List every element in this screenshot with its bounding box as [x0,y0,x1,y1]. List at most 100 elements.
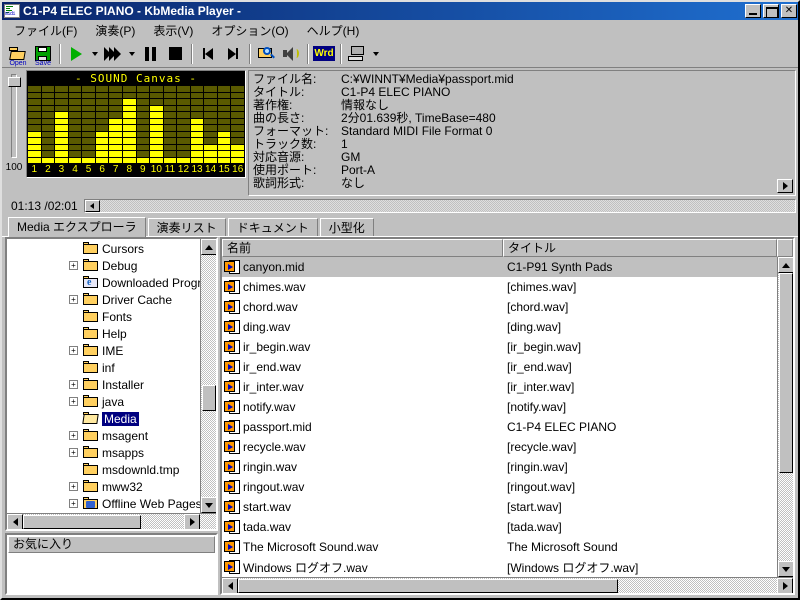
tree-expand-icon[interactable]: + [69,261,78,270]
visualizer-cell [82,86,95,92]
tree-item-cursors[interactable]: Cursors [7,240,216,257]
list-horizontal-scrollbar[interactable] [222,577,793,593]
column-header-title[interactable]: タイトル [503,239,777,257]
close-button[interactable]: ✕ [781,4,797,18]
tree-item-ime[interactable]: + IME [7,342,216,359]
volume-button[interactable] [279,42,303,66]
title-bar[interactable]: midi C1-P4 ELEC PIANO - KbMedia Player -… [2,2,798,20]
table-row[interactable]: ringin.wav [ringin.wav] [222,457,793,477]
tree-item-msdownld-tmp[interactable]: msdownld.tmp [7,461,216,478]
table-row[interactable]: ir_inter.wav [ir_inter.wav] [222,377,793,397]
info-scroll-button[interactable] [777,179,793,193]
seek-slider[interactable] [83,199,796,213]
tree-item-downloaded-progra[interactable]: Downloaded Progra [7,274,216,291]
list-scroll-left-button[interactable] [222,577,238,593]
list-scroll-down-button[interactable] [778,561,793,577]
stop-button[interactable] [163,42,187,66]
table-row[interactable]: notify.wav [notify.wav] [222,397,793,417]
tree-expand-icon[interactable]: + [69,295,78,304]
find-file-button[interactable] [254,42,278,66]
table-row[interactable]: Windows ログオフ.wav [Windows ログオフ.wav] [222,557,793,577]
open-button[interactable]: Open [6,42,30,67]
file-name-cell: canyon.mid [222,259,503,275]
menu-file[interactable]: ファイル(F) [6,20,85,41]
favorites-list[interactable] [7,554,216,593]
table-row[interactable]: start.wav [start.wav] [222,497,793,517]
tree-scroll-thumb[interactable] [201,385,216,411]
table-row[interactable]: The Microsoft Sound.wav The Microsoft Sou… [222,537,793,557]
volume-slider-thumb[interactable] [8,77,21,87]
tree-item-msagent[interactable]: + msagent [7,427,216,444]
tree-item-label: Media [102,411,139,426]
tree-expand-icon[interactable]: + [69,499,78,508]
tree-item-java[interactable]: + java [7,393,216,410]
list-scroll-thumb[interactable] [778,273,793,473]
tree-vertical-scrollbar[interactable] [200,239,216,513]
table-row[interactable]: recycle.wav [recycle.wav] [222,437,793,457]
media-file-icon [224,499,240,515]
list-scroll-right-button[interactable] [777,577,793,593]
kbmedia-player-window: midi C1-P4 ELEC PIANO - KbMedia Player -… [0,0,800,600]
device-button[interactable] [345,42,369,66]
previous-button[interactable] [196,42,220,66]
tree-hscroll-thumb[interactable] [23,514,141,529]
tree-item-driver-cache[interactable]: + Driver Cache [7,291,216,308]
device-dropdown[interactable] [370,42,381,66]
tree-item-installer[interactable]: + Installer [7,376,216,393]
tree-item-mww32[interactable]: + mww32 [7,478,216,495]
media-file-icon [224,339,240,355]
menu-view[interactable]: 表示(V) [145,20,201,41]
table-row[interactable]: passport.mid C1-P4 ELEC PIANO [222,417,793,437]
tree-expand-icon[interactable]: + [69,397,78,406]
tree-horizontal-scrollbar[interactable] [7,513,216,529]
list-scroll-up-button[interactable] [778,257,793,273]
table-row[interactable]: chord.wav [chord.wav] [222,297,793,317]
fast-forward-dropdown[interactable] [126,42,137,66]
table-row[interactable]: tada.wav [tada.wav] [222,517,793,537]
tree-expand-icon[interactable]: + [69,346,78,355]
menu-options[interactable]: オプション(O) [203,20,296,41]
tree-item-help[interactable]: Help [7,325,216,342]
tab-compact[interactable]: 小型化 [319,218,374,236]
minimize-button[interactable] [745,4,761,18]
tree-item-fonts[interactable]: Fonts [7,308,216,325]
tree-expand-icon[interactable]: + [69,380,78,389]
table-row[interactable]: ding.wav [ding.wav] [222,317,793,337]
wrd-button[interactable]: Wrd [312,42,336,66]
visualizer-cell [95,125,109,131]
tree-scroll-right-button[interactable] [184,513,200,529]
table-row[interactable]: ir_begin.wav [ir_begin.wav] [222,337,793,357]
tree-scroll-down-button[interactable] [201,497,216,513]
tree-item-media[interactable]: Media [7,410,216,427]
tree-scroll-left-button[interactable] [7,513,23,529]
next-button[interactable] [221,42,245,66]
table-row[interactable]: ir_end.wav [ir_end.wav] [222,357,793,377]
tab-media-explorer[interactable]: Media エクスプローラ [8,217,146,237]
tab-document[interactable]: ドキュメント [227,218,318,236]
menu-play[interactable]: 演奏(P) [87,20,143,41]
volume-slider[interactable] [8,74,21,158]
tree-item-debug[interactable]: + Debug [7,257,216,274]
tree-item-msapps[interactable]: + msapps [7,444,216,461]
tree-scroll-up-button[interactable] [201,239,216,255]
tree-expand-icon[interactable]: + [69,482,78,491]
play-dropdown[interactable] [89,42,100,66]
tree-item-inf[interactable]: inf [7,359,216,376]
table-row[interactable]: canyon.mid C1-P91 Synth Pads [222,257,793,277]
tab-playlist[interactable]: 演奏リスト [147,218,226,236]
list-vertical-scrollbar[interactable] [777,257,793,577]
tree-expand-icon[interactable]: + [69,431,78,440]
menu-help[interactable]: ヘルプ(H) [299,20,368,41]
table-row[interactable]: chimes.wav [chimes.wav] [222,277,793,297]
maximize-button[interactable] [763,4,779,18]
column-header-name[interactable]: 名前 [222,239,503,257]
save-button[interactable]: Save [31,42,55,67]
table-row[interactable]: ringout.wav [ringout.wav] [222,477,793,497]
list-hscroll-thumb[interactable] [238,578,618,593]
play-button[interactable] [64,42,88,66]
pause-button[interactable] [138,42,162,66]
tree-item-offline-web-pages[interactable]: + Offline Web Pages [7,495,216,512]
tree-expand-icon[interactable]: + [69,448,78,457]
fast-forward-button[interactable] [101,42,125,66]
seek-slider-thumb[interactable] [84,200,100,212]
